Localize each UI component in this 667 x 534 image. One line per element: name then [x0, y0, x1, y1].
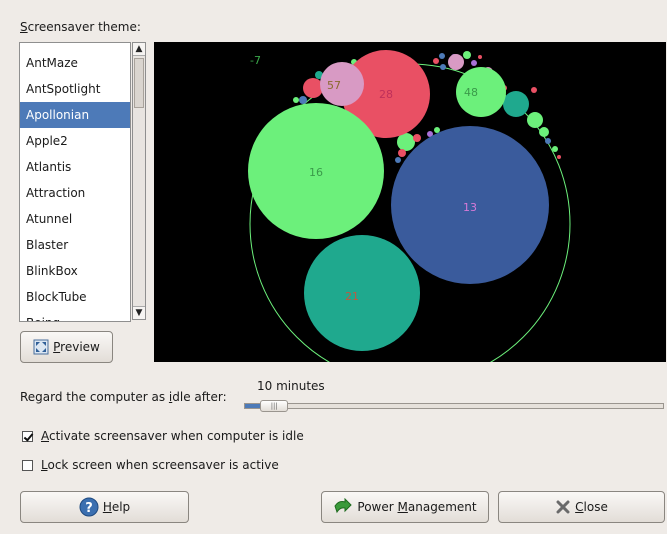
green-arrow-icon: [334, 498, 353, 514]
scrollbar-thumb[interactable]: [134, 58, 144, 108]
list-item[interactable]: Atunnel: [20, 206, 130, 232]
circle-label-48: 48: [464, 86, 478, 99]
list-item[interactable]: BlinkBox: [20, 258, 130, 284]
circle-label-21: 21: [345, 290, 359, 303]
list-item[interactable]: Apple2: [20, 128, 130, 154]
list-item[interactable]: BlockTube: [20, 284, 130, 310]
corner-number: -7: [250, 54, 261, 67]
idle-slider-handle[interactable]: |||: [260, 400, 289, 412]
idle-label: Regard the computer as idle after:: [20, 390, 227, 404]
list-item[interactable]: Boing: [20, 310, 130, 321]
list-item[interactable]: Blaster: [20, 232, 130, 258]
fullscreen-icon: [33, 339, 49, 355]
screensaver-preview: 28 57 48 16 13 21 -7: [154, 42, 666, 385]
circle-label-16: 16: [309, 166, 323, 179]
circle-label-57: 57: [327, 79, 341, 92]
list-item-selected[interactable]: Apollonian: [20, 102, 130, 128]
circle-21: [304, 235, 420, 351]
idle-value: 10 minutes: [257, 379, 325, 393]
scroll-down-button[interactable]: ▼: [133, 306, 145, 319]
scroll-up-button[interactable]: ▲: [133, 43, 145, 56]
list-item[interactable]: AntMaze: [20, 50, 130, 76]
list-item[interactable]: AntSpotlight: [20, 76, 130, 102]
list-item[interactable]: Attraction: [20, 180, 130, 206]
theme-list[interactable]: AntMaze AntSpotlight Apollonian Apple2 A…: [19, 42, 131, 322]
svg-text:?: ?: [85, 501, 93, 516]
close-button[interactable]: Close: [498, 491, 665, 523]
activate-screensaver-checkbox-row[interactable]: Activate screensaver when computer is id…: [22, 429, 304, 443]
lock-screen-checkbox-row[interactable]: Lock screen when screensaver is active: [22, 458, 279, 472]
list-item[interactable]: Atlantis: [20, 154, 130, 180]
lock-screen-label: Lock screen when screensaver is active: [41, 458, 279, 472]
help-button-label: Help: [102, 500, 131, 514]
activate-screensaver-label: Activate screensaver when computer is id…: [41, 429, 304, 443]
apollonian-preview-graphic: 28 57 48 16 13 21 -7: [248, 50, 571, 385]
power-management-label: Power Management: [357, 500, 477, 514]
preview-button[interactable]: Preview: [20, 331, 113, 363]
activate-screensaver-checkbox[interactable]: [22, 430, 33, 442]
circle-label-28: 28: [379, 88, 393, 101]
help-icon: ?: [79, 497, 99, 517]
close-icon: [556, 500, 570, 514]
power-management-button[interactable]: Power Management: [321, 491, 489, 523]
preview-button-label: Preview: [53, 340, 100, 354]
circle-label-13: 13: [463, 201, 477, 214]
idle-slider-track[interactable]: [244, 403, 664, 409]
screensaver-theme-label: Screensaver theme:: [20, 20, 141, 34]
close-button-label: Close: [575, 500, 608, 514]
theme-list-scrollbar[interactable]: ▲ ▼: [132, 42, 146, 320]
lock-screen-checkbox[interactable]: [22, 459, 33, 471]
help-button[interactable]: ? Help: [20, 491, 189, 523]
